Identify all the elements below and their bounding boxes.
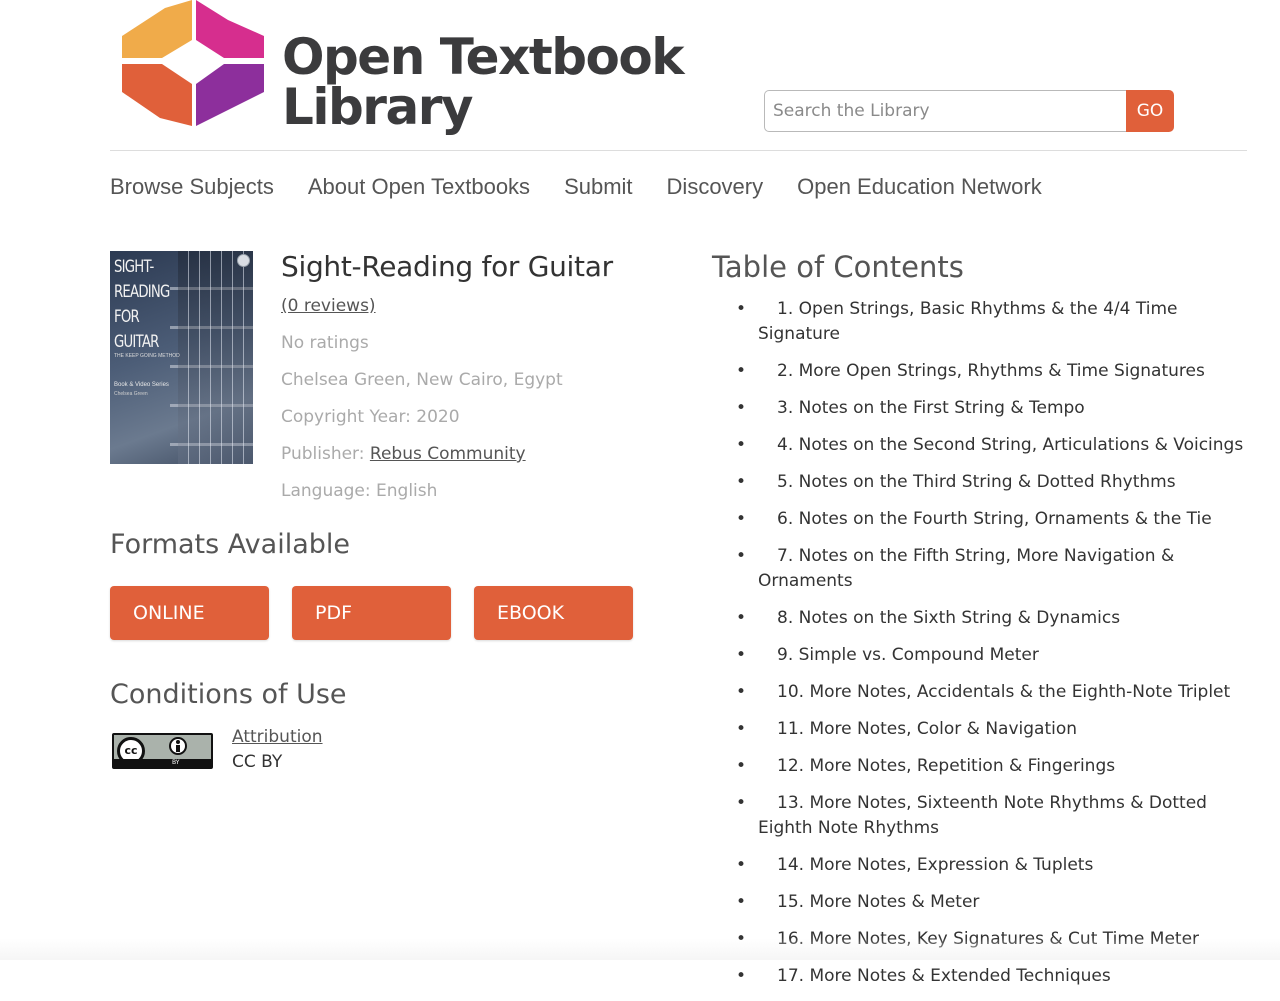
badge-bottom-bar [114,759,211,767]
attribution-license-link[interactable]: Attribution [232,727,323,747]
toc-item: 10. More Notes, Accidentals & the Eighth… [736,680,1258,705]
cover-title-line: READING [114,282,170,302]
badge-by-text: BY [172,759,180,766]
logo-mark-icon [122,0,264,126]
cover-title-line: GUITAR [114,332,159,352]
license-name: CC BY [232,752,283,772]
toc-item: 7. Notes on the Fifth String, More Navig… [736,544,1258,594]
main-nav: Browse Subjects About Open Textbooks Sub… [110,174,1042,200]
copyright-text: Copyright Year: 2020 [281,407,460,427]
toc-item: 12. More Notes, Repetition & Fingerings [736,754,1258,779]
toc-item: 17. More Notes & Extended Techniques [736,964,1258,989]
cover-series: Book & Video Series [114,382,169,388]
toc-item: 6. Notes on the Fourth String, Ornaments… [736,507,1258,532]
toc-item: 15. More Notes & Meter [736,890,1258,915]
nav-submit[interactable]: Submit [564,174,632,200]
cover-title-line: FOR [114,307,140,327]
language-text: Language: English [281,481,438,501]
site-header: Open Textbook Library GO [0,0,1280,152]
attribution-person-icon [169,737,187,755]
publisher-link[interactable]: Rebus Community [370,444,526,464]
cc-by-license-badge[interactable]: cc BY [112,733,213,769]
publisher-line: Publisher: Rebus Community [281,444,526,464]
cover-title: SIGHT- READING FOR GUITAR [114,255,170,355]
search-go-button[interactable]: GO [1126,90,1174,132]
search-bar: GO [764,90,1174,132]
cover-badge-icon [237,254,250,267]
book-details: Sight-Reading for Guitar (0 reviews) No … [281,250,613,501]
logo-wordmark: Open Textbook Library [282,28,684,136]
cover-title-line: SIGHT- [114,257,154,277]
toc-item: 4. Notes on the Second String, Articulat… [736,433,1258,458]
conditions-heading: Conditions of Use [110,679,347,710]
toc-item: 11. More Notes, Color & Navigation [736,717,1258,742]
search-input[interactable] [764,90,1126,132]
book-title: Sight-Reading for Guitar [281,250,613,283]
logo-line-1: Open Textbook [282,28,684,86]
logo-line-2: Library [282,78,473,136]
toc-item: 2. More Open Strings, Rhythms & Time Sig… [736,359,1258,384]
toc-item: 1. Open Strings, Basic Rhythms & the 4/4… [736,297,1258,347]
reviews-line: (0 reviews) [281,296,376,316]
site-logo[interactable]: Open Textbook Library [120,0,684,140]
reviews-link[interactable]: (0 reviews) [281,296,376,316]
formats-heading: Formats Available [110,529,351,560]
toc-item: 13. More Notes, Sixteenth Note Rhythms &… [736,791,1258,841]
nav-discovery[interactable]: Discovery [667,174,764,200]
toc-heading: Table of Contents [712,250,964,284]
pdf-format-button[interactable]: PDF [292,586,451,640]
book-cover-image: SIGHT- READING FOR GUITAR THE KEEP GOING… [110,251,253,464]
toc-item: 16. More Notes, Key Signatures & Cut Tim… [736,927,1258,952]
nav-about-open-textbooks[interactable]: About Open Textbooks [308,174,530,200]
cover-subtitle: THE KEEP GOING METHOD [114,353,180,359]
online-format-button[interactable]: ONLINE [110,586,269,640]
toc-list: 1. Open Strings, Basic Rhythms & the 4/4… [736,297,1258,1001]
nav-browse-subjects[interactable]: Browse Subjects [110,174,274,200]
toc-item: 9. Simple vs. Compound Meter [736,643,1258,668]
header-divider [110,150,1247,151]
cover-strings [178,251,253,464]
cover-author: Chelsea Green [114,391,148,397]
ebook-format-button[interactable]: EBOOK [474,586,633,640]
authors-text: Chelsea Green, New Cairo, Egypt [281,370,563,390]
publisher-label: Publisher: [281,444,370,464]
rating-text: No ratings [281,333,369,353]
toc-item: 14. More Notes, Expression & Tuplets [736,853,1258,878]
toc-item: 8. Notes on the Sixth String & Dynamics [736,606,1258,631]
toc-item: 5. Notes on the Third String & Dotted Rh… [736,470,1258,495]
toc-item: 3. Notes on the First String & Tempo [736,396,1258,421]
nav-open-education-network[interactable]: Open Education Network [797,174,1042,200]
